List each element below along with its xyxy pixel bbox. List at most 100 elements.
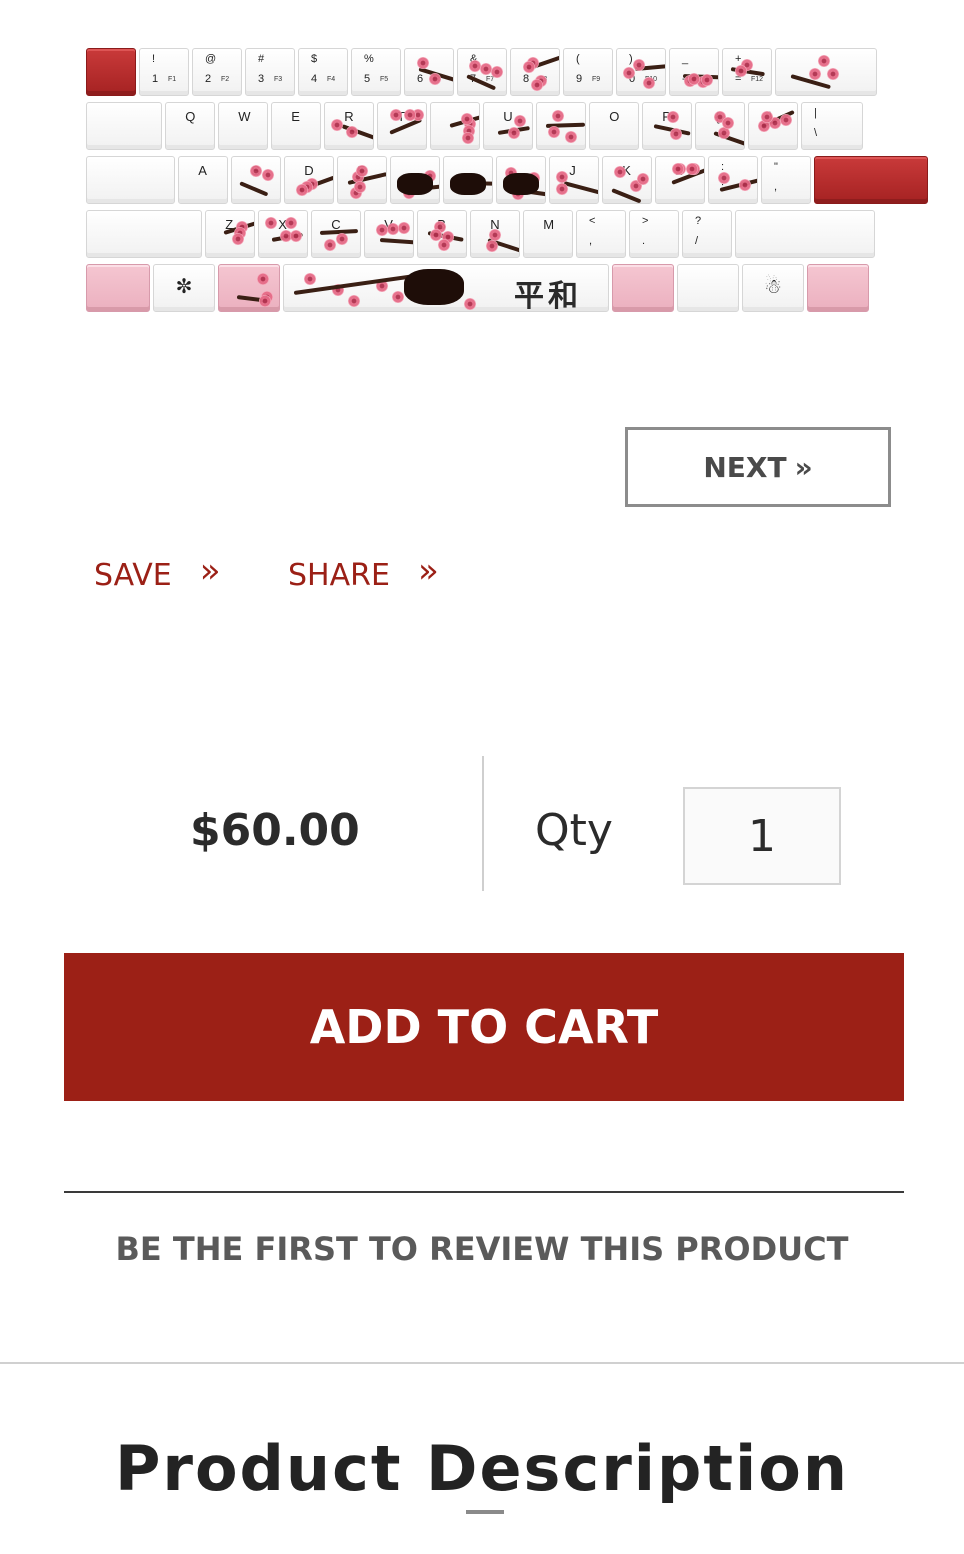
blossom-decoration [469,60,481,72]
keycap [807,264,869,312]
keycap-legend: " [774,161,778,173]
keycap-legend: , [774,181,778,193]
blossom-decoration [232,233,244,245]
keycap-legend: O [609,109,620,124]
blossom-decoration [514,115,526,127]
write-review-link[interactable]: BE THE FIRST TO REVIEW THIS PRODUCT [0,1230,964,1268]
keycap: 平和 [283,264,609,312]
next-button[interactable]: NEXT » [625,427,891,507]
keycap [86,48,136,96]
blossom-decoration [429,73,441,85]
keycap: ✼ [153,264,215,312]
keycap [536,102,586,150]
keycap [86,102,162,150]
keycap: 8F8 [510,48,560,96]
blossom-decoration [354,181,366,193]
blossom-decoration [637,173,649,185]
blossom-decoration [356,165,368,177]
blossom-decoration [827,68,839,80]
keycap: >. [629,210,679,258]
keycap: O [589,102,639,150]
section-title: Product Description [114,1432,850,1505]
keycap-legend: ( [576,53,580,65]
blossom-decoration [257,273,269,285]
keycap: N [470,210,520,258]
trunk-decoration [450,173,486,195]
keycap [814,156,928,204]
keycap-legend: 4 [311,73,318,85]
blossom-decoration [348,295,360,307]
blossom-decoration [296,184,308,196]
keycap-legend: _ [682,53,689,65]
keycap [86,210,202,258]
keycap: V [364,210,414,258]
blossom-decoration [556,171,568,183]
trunk-decoration [404,269,464,305]
blossom-decoration [623,67,635,79]
keycap: + = F12 [722,48,772,96]
keycap: _-F11 [669,48,719,96]
blossom-decoration [672,163,684,175]
blossom-decoration [667,111,679,123]
blossom-decoration [331,119,343,131]
keycap-legend: $ [311,53,318,65]
keycap-legend: \ [814,127,818,139]
keycap [218,264,280,312]
double-chevron-right-icon: » [417,551,439,591]
product-image-keyboard: !1F1@2F2#3F3$4F4%5F56F6&7F78F8(9F9)0F10_… [86,48,928,314]
keycap-legend: W [238,109,251,124]
trunk-decoration [503,173,539,195]
blossom-decoration [718,172,730,184]
keycap [86,264,150,312]
keycap-fn-legend: F1 [168,76,177,83]
blossom-decoration [290,230,302,242]
blossom-decoration [552,110,564,122]
keycap: $4 F4 [298,48,348,96]
divider [482,756,484,891]
keycap [86,156,175,204]
qty-label: Qty [535,805,613,856]
keycap-legend: % [364,53,374,65]
keycap-fn-legend: F2 [221,76,230,83]
blossom-decoration [565,131,577,143]
quantity-input[interactable] [683,787,841,885]
add-to-cart-button[interactable]: ADD TO CART [64,953,904,1101]
blossom-decoration [489,229,501,241]
keycap-fn-legend: F4 [327,76,336,83]
blossom-decoration [701,74,713,86]
keycap-legend: J [569,163,576,178]
blossom-decoration [430,229,442,241]
branch-decoration [563,181,598,196]
keycap [390,156,440,204]
keycap [496,156,546,204]
blossom-decoration [262,169,274,181]
keycap: R [324,102,374,150]
blossom-decoration [739,179,751,191]
keycap: A [178,156,228,204]
keycap-legend: | [814,107,817,119]
keycap-legend: . [642,235,646,247]
blossom-decoration [686,163,698,175]
keycap: U [483,102,533,150]
blossom-decoration [304,273,316,285]
keycap-legend: > [642,215,649,227]
keycap-legend: # [258,53,265,65]
keycap: :; [708,156,758,204]
save-link[interactable]: SAVE » [94,551,221,595]
save-label: SAVE [94,557,172,593]
blossom-decoration [250,165,262,177]
keycap: (9 F9 [563,48,613,96]
blossom-decoration [398,222,410,234]
blossom-decoration [809,68,821,80]
keycap-legend: M [543,217,555,232]
blossom-decoration [387,223,399,235]
keycap: K [602,156,652,204]
product-price: $60.00 [190,805,360,856]
share-link[interactable]: SHARE » [288,551,439,595]
divider [64,1191,904,1193]
keycap: F [337,156,387,204]
blossom-decoration [461,113,473,125]
keycap: C [311,210,361,258]
keycap: 6F6 [404,48,454,96]
blossom-decoration [761,111,773,123]
